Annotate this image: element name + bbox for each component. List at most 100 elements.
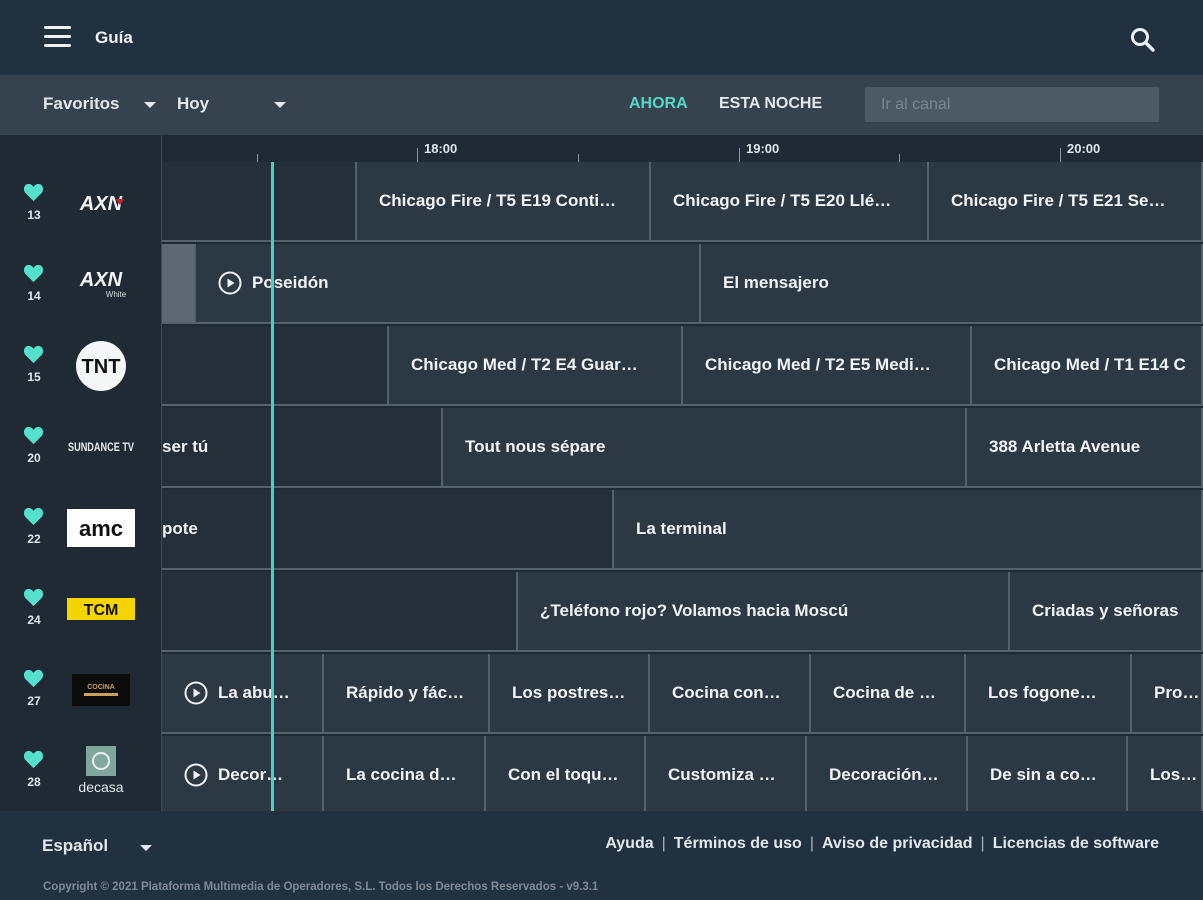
program-cell[interactable] [162, 162, 357, 242]
program-title: Criadas y señoras [1032, 601, 1179, 620]
program-cell[interactable]: Cocina con… [650, 654, 811, 734]
time-label: 20:00 [1067, 141, 1101, 156]
favorites-dropdown[interactable]: Favoritos [43, 94, 156, 114]
channel-row: 15 TNT [0, 324, 161, 405]
program-cell[interactable]: Decoración… [807, 736, 968, 811]
heart-icon[interactable] [23, 345, 44, 364]
program-cell[interactable]: 388 Arletta Avenue [967, 408, 1203, 488]
svg-text:COCINA: COCINA [87, 684, 115, 691]
amc-logo[interactable]: amc [66, 506, 136, 550]
language-dropdown[interactable]: Español [42, 836, 152, 856]
program-cell[interactable]: La cocina d… [324, 736, 486, 811]
program-cell[interactable]: Chicago Med / T1 E14 C [972, 326, 1203, 406]
program-title: Produ [1154, 683, 1201, 702]
heart-icon[interactable] [23, 588, 44, 607]
program-cell[interactable]: El mensajero [701, 244, 1203, 324]
program-cell[interactable] [162, 326, 389, 406]
chevron-down-icon [274, 102, 286, 108]
terms-link[interactable]: Términos de uso [674, 835, 802, 853]
channel-number: 28 [27, 775, 41, 789]
channel-number: 20 [27, 451, 41, 465]
program-title: Cocina con… [672, 683, 781, 702]
heart-icon[interactable] [23, 507, 44, 526]
program-cell[interactable]: Chicago Med / T2 E4 Guar… [389, 326, 683, 406]
program-cell[interactable]: Chicago Fire / T5 E20 Llé… [651, 162, 929, 242]
ruler-tick [1060, 148, 1061, 162]
program-cell[interactable]: Rápido y fác… [324, 654, 490, 734]
program-title: pote [162, 519, 198, 538]
program-title: Decoración… [829, 765, 939, 784]
day-label: Hoy [177, 94, 210, 113]
go-to-channel-input[interactable] [865, 87, 1159, 122]
ruler-tick [739, 148, 740, 162]
program-cell[interactable]: La terminal [614, 490, 1203, 570]
svg-text:SUNDANCE TV: SUNDANCE TV [68, 440, 134, 454]
tnt-logo[interactable]: TNT [66, 341, 136, 391]
program-cell[interactable]: Los fogone… [966, 654, 1132, 734]
tab-now[interactable]: AHORA [629, 95, 688, 113]
play-icon [184, 763, 208, 787]
program-cell[interactable]: La abu… [162, 654, 324, 734]
program-title: Chicago Fire / T5 E20 Llé… [673, 191, 892, 210]
program-title: Chicago Fire / T5 E21 Se… [951, 191, 1166, 210]
footer-links: Ayuda | Términos de uso | Aviso de priva… [605, 835, 1159, 853]
decasa-logo[interactable]: decasa [66, 746, 136, 795]
program-cell[interactable]: Con el toqu… [486, 736, 646, 811]
heart-icon[interactable] [23, 264, 44, 283]
top-bar: Guía [0, 0, 1203, 75]
tcm-logo[interactable]: TCM [66, 587, 136, 631]
program-cell[interactable]: Produ [1132, 654, 1203, 734]
program-cell[interactable] [162, 572, 518, 652]
heart-icon[interactable] [23, 426, 44, 445]
ruler-corner [0, 135, 162, 162]
program-cell[interactable]: Chicago Med / T2 E5 Medi… [683, 326, 972, 406]
axn-logo[interactable]: AXN [66, 182, 136, 226]
program-title: Los ge [1150, 765, 1201, 784]
software-licenses-link[interactable]: Licencias de software [993, 835, 1159, 853]
program-title: ser tú [162, 437, 209, 456]
tab-tonight[interactable]: ESTA NOCHE [719, 95, 822, 113]
privacy-link[interactable]: Aviso de privacidad [822, 835, 973, 853]
program-cell[interactable]: Chicago Fire / T5 E21 Se… [929, 162, 1203, 242]
program-cell[interactable]: pote [162, 490, 614, 570]
program-cell[interactable]: Decor… [162, 736, 324, 811]
program-cell[interactable] [162, 244, 196, 324]
channel-row: 20 SUNDANCE TV [0, 405, 161, 486]
axn-white-logo[interactable]: AXN White [66, 263, 136, 307]
program-title: El mensajero [723, 273, 829, 292]
channel-row: 14 AXN White [0, 243, 161, 324]
channel-number: 14 [27, 289, 41, 303]
channel-row: 24 TCM [0, 567, 161, 648]
program-cell[interactable]: Los postres… [490, 654, 650, 734]
menu-icon[interactable] [44, 26, 71, 47]
program-cell[interactable]: Customiza … [646, 736, 807, 811]
program-title: Chicago Med / T2 E5 Medi… [705, 355, 931, 374]
filter-bar: Favoritos Hoy AHORA ESTA NOCHE [0, 75, 1203, 135]
program-cell[interactable]: De sin a co… [968, 736, 1128, 811]
heart-icon[interactable] [23, 183, 44, 202]
program-cell[interactable]: ¿Teléfono rojo? Volamos hacia Moscú [518, 572, 1010, 652]
program-cell[interactable]: Los ge [1128, 736, 1203, 811]
chevron-down-icon [140, 845, 152, 851]
heart-icon[interactable] [23, 669, 44, 688]
program-cell[interactable]: ser tú [162, 408, 443, 488]
program-title: Los fogone… [988, 683, 1097, 702]
sundance-tv-logo[interactable]: SUNDANCE TV [66, 425, 136, 469]
footer: Español Ayuda | Términos de uso | Aviso … [0, 811, 1203, 900]
program-cell[interactable]: Chicago Fire / T5 E19 Conti… [357, 162, 651, 242]
channel-row: 28 decasa [0, 729, 161, 810]
program-cell[interactable]: Cocina de … [811, 654, 966, 734]
canal-cocina-logo[interactable]: COCINA [66, 668, 136, 712]
help-link[interactable]: Ayuda [605, 835, 653, 853]
svg-text:White: White [106, 290, 127, 299]
program-title: Con el toqu… [508, 765, 619, 784]
program-cell[interactable]: Tout nous sépare [443, 408, 967, 488]
heart-icon[interactable] [23, 750, 44, 769]
ruler-tick [578, 154, 579, 162]
program-title: ¿Teléfono rojo? Volamos hacia Moscú [540, 601, 849, 620]
day-dropdown[interactable]: Hoy [177, 94, 286, 114]
program-title: Tout nous sépare [465, 437, 606, 456]
search-icon[interactable] [1130, 27, 1156, 53]
program-cell[interactable]: Criadas y señoras [1010, 572, 1203, 652]
ruler-tick [417, 148, 418, 162]
